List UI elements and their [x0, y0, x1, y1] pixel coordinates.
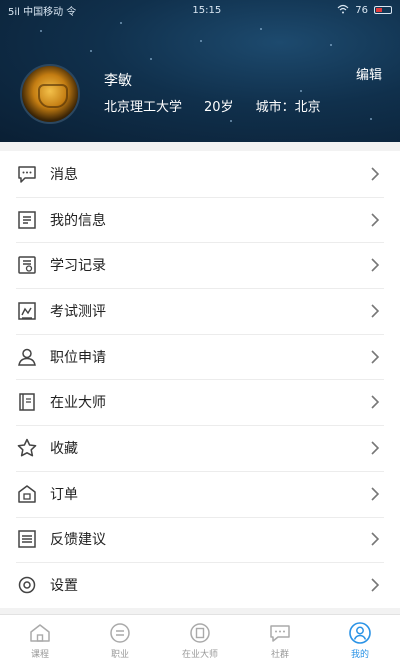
chevron-right-icon: [371, 212, 380, 227]
menu-item-messages[interactable]: 消息: [0, 151, 400, 197]
chevron-right-icon: [371, 487, 380, 501]
profile-info: 北京理工大学 20岁 城市：北京: [104, 96, 321, 115]
star-icon: [16, 437, 38, 459]
battery-icon: [374, 6, 392, 14]
tab-courses[interactable]: 课程: [0, 615, 80, 666]
settings-icon: [16, 574, 38, 596]
menu-label: 消息: [50, 166, 78, 183]
chevron-right-icon: [371, 441, 380, 455]
menu-label: 订单: [50, 486, 78, 503]
status-bar: 5il 中国移动 令 15:15 76: [0, 0, 400, 20]
menu-item-exam[interactable]: 考试测评: [0, 288, 400, 334]
tab-label: 我的: [350, 650, 369, 660]
tab-master[interactable]: 在业大师: [160, 615, 240, 666]
message-icon: [16, 163, 38, 185]
tab-label: 课程: [30, 650, 49, 660]
menu-item-favorites[interactable]: 收藏: [0, 425, 400, 471]
community-icon: [270, 625, 290, 642]
chevron-right-icon: [371, 578, 380, 592]
chevron-right-icon: [371, 532, 380, 546]
menu-item-study-record[interactable]: 学习记录: [0, 242, 400, 288]
chevron-right-icon: [371, 167, 380, 181]
menu-item-orders[interactable]: 订单: [0, 470, 400, 517]
feedback-icon: [16, 528, 38, 550]
tab-label: 社群: [270, 650, 289, 660]
career-icon: [110, 623, 130, 643]
menu-label: 收藏: [50, 440, 78, 457]
menu-label: 职位申请: [50, 349, 106, 366]
menu-label: 我的信息: [50, 212, 106, 229]
carrier-text: 5il 中国移动 令: [8, 6, 77, 18]
menu-label: 考试测评: [50, 303, 106, 320]
edit-profile-button[interactable]: 编辑: [356, 64, 382, 83]
wifi-icon: [337, 4, 349, 17]
clock: 15:15: [192, 4, 222, 16]
tab-label: 在业大师: [181, 650, 218, 660]
tab-career[interactable]: 职业: [80, 615, 160, 666]
menu-label: 反馈建议: [50, 532, 106, 549]
book-icon: [16, 391, 38, 413]
tab-me[interactable]: 我的: [320, 615, 400, 666]
master-icon: [190, 623, 210, 643]
profile-header: 5il 中国移动 令 15:15 76 李敏 北京理工大学 20岁 城市：北京 …: [0, 0, 400, 142]
menu-item-job-application[interactable]: 职位申请: [0, 333, 400, 380]
age-text: 20岁: [204, 100, 234, 115]
avatar[interactable]: [20, 64, 80, 124]
menu-item-my-info[interactable]: 我的信息: [0, 196, 400, 243]
hometown-text: 城市：北京: [255, 100, 321, 115]
settings-menu: 消息 我的信息 学习记录 考试测评 职位申请 在业大师 收藏 订单 反馈建议 设…: [0, 151, 400, 608]
chevron-right-icon: [371, 258, 380, 272]
menu-item-master[interactable]: 在业大师: [0, 379, 400, 425]
person-icon: [16, 346, 38, 368]
me-icon: [349, 622, 371, 644]
profile-card-icon: [16, 209, 38, 231]
menu-label: 在业大师: [50, 395, 106, 412]
chevron-right-icon: [371, 350, 380, 364]
menu-label: 学习记录: [50, 258, 106, 275]
order-icon: [16, 483, 38, 505]
tab-community[interactable]: 社群: [240, 615, 320, 666]
exam-icon: [16, 300, 38, 322]
chevron-right-icon: [371, 395, 380, 409]
home-icon: [30, 624, 50, 642]
school-text: 北京理工大学: [104, 100, 183, 115]
menu-label: 设置: [50, 578, 78, 595]
user-name: 李敏: [104, 73, 132, 89]
menu-item-settings[interactable]: 设置: [0, 562, 400, 608]
chevron-right-icon: [371, 304, 380, 318]
study-record-icon: [16, 254, 38, 276]
menu-item-feedback[interactable]: 反馈建议: [0, 516, 400, 563]
signal-text: 76: [355, 4, 368, 16]
bottom-tab-bar: 课程 职业 在业大师 社群 我的: [0, 614, 400, 666]
tab-label: 职业: [110, 650, 129, 660]
